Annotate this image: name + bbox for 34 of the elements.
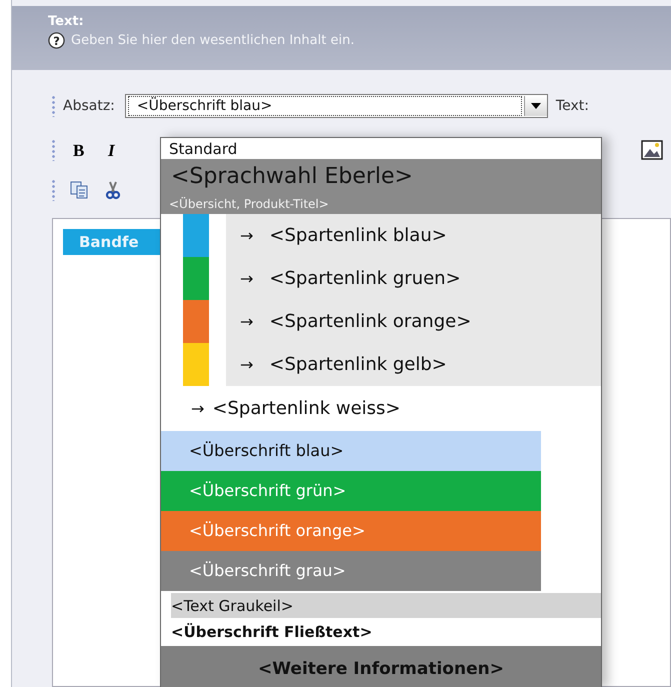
- menu-option[interactable]: → <Spartenlink gelb>: [226, 343, 601, 386]
- text-label: Text:: [556, 98, 589, 114]
- option-label[interactable]: <Spartenlink blau>: [269, 225, 447, 246]
- arrow-icon: →: [191, 399, 204, 418]
- menu-option[interactable]: Standard: [169, 140, 238, 158]
- menu-option[interactable]: <Überschrift Fließtext>: [171, 623, 372, 641]
- bold-icon[interactable]: B: [69, 140, 89, 160]
- menu-option[interactable]: <Überschrift grau>: [161, 551, 541, 591]
- italic-icon[interactable]: I: [103, 140, 123, 160]
- scissors-icon[interactable]: [103, 180, 123, 200]
- arrow-icon: →: [240, 312, 254, 331]
- caret-icon: [530, 103, 541, 109]
- arrow-icon: →: [240, 226, 254, 245]
- paragraph-label: Absatz:: [63, 98, 115, 114]
- arrow-icon: →: [240, 355, 254, 374]
- help-icon[interactable]: ?: [48, 32, 65, 49]
- toolbar-grip[interactable]: [52, 179, 55, 201]
- option-label[interactable]: <Spartenlink gelb>: [269, 354, 447, 375]
- dropdown-button[interactable]: [524, 96, 547, 116]
- menu-option[interactable]: <Spartenlink weiss>: [212, 398, 401, 419]
- menu-option[interactable]: → <Spartenlink orange>: [226, 300, 601, 343]
- section-title: Text:: [48, 14, 85, 29]
- menu-option[interactable]: → <Spartenlink gruen>: [226, 257, 601, 300]
- arrow-icon: →: [240, 269, 254, 288]
- toolbar-grip[interactable]: [52, 95, 55, 117]
- menu-option[interactable]: <Überschrift blau>: [161, 431, 541, 471]
- image-icon[interactable]: [641, 140, 663, 160]
- menu-option[interactable]: → <Spartenlink blau>: [226, 214, 601, 257]
- hint-text: Geben Sie hier den wesentlichen Inhalt ein.: [71, 33, 354, 48]
- option-label[interactable]: <Spartenlink gruen>: [269, 268, 461, 289]
- option-label[interactable]: <Spartenlink orange>: [269, 311, 472, 332]
- paragraph-select[interactable]: <Überschrift blau>: [124, 94, 548, 118]
- toolbar-grip[interactable]: [52, 139, 55, 161]
- copy-icon[interactable]: [69, 180, 89, 200]
